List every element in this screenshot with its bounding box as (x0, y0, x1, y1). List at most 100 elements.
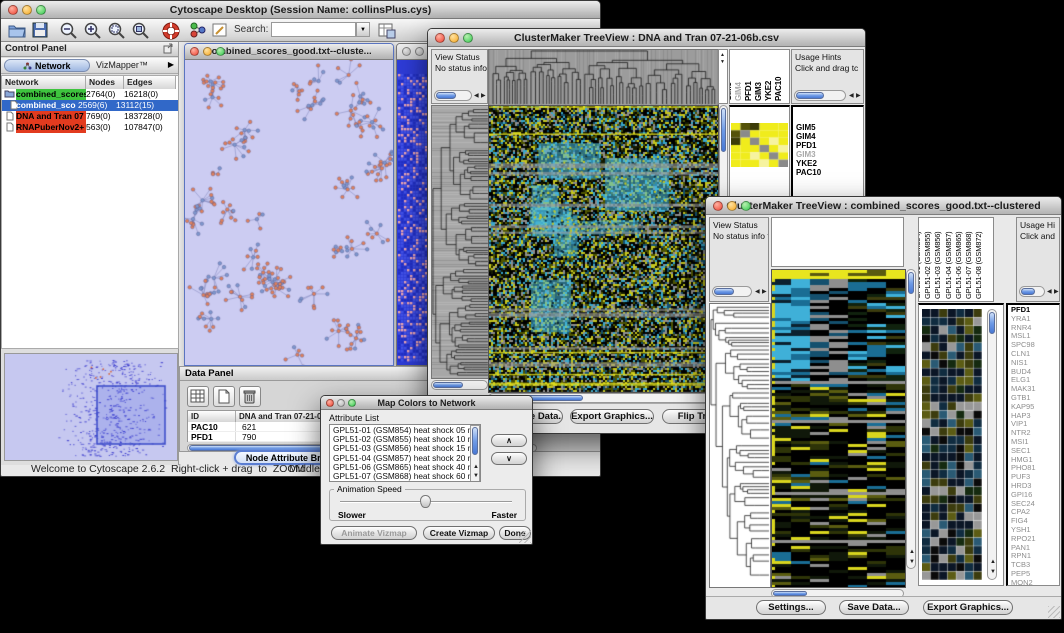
gene-label[interactable]: ELG1 (1011, 376, 1059, 385)
gene-label[interactable]: RNR4 (1011, 324, 1059, 333)
network-overview-canvas[interactable] (4, 353, 178, 461)
zoom-selected-icon[interactable] (107, 21, 129, 41)
gene-label[interactable]: SEC1 (1011, 447, 1059, 456)
close-icon[interactable] (190, 47, 199, 56)
column-label[interactable]: GIM4 (734, 82, 743, 101)
zoom-in-icon[interactable] (83, 21, 105, 41)
treeview1-titlebar[interactable]: ClusterMaker TreeView : DNA and Tran 07-… (428, 29, 865, 47)
network-nodes-icon[interactable] (189, 21, 211, 41)
minimize-icon[interactable] (449, 33, 459, 43)
gene-label[interactable]: GIM5 (796, 123, 863, 132)
tab-overflow-icon[interactable]: ▶ (168, 60, 174, 69)
gene-label[interactable]: YRA1 (1011, 315, 1059, 324)
save-data-button[interactable]: Save Data... (839, 600, 909, 615)
column-label[interactable]: GPL51-06 (GSM865) (954, 232, 963, 299)
header-scroll-strip[interactable]: ▲▼ (718, 49, 728, 104)
row-dendrogram-hscrollbar[interactable] (431, 380, 488, 390)
zoom-fit-icon[interactable] (131, 21, 153, 41)
zoom-window-icon[interactable] (463, 33, 473, 43)
resize-grip[interactable] (1048, 606, 1060, 618)
resize-grip[interactable] (519, 531, 531, 543)
treeview2-heatmap-vscrollbar[interactable]: ▲▼ (906, 269, 916, 569)
gene-label[interactable]: RPN1 (1011, 552, 1059, 561)
network-name[interactable]: RNAPuberNov2+ (16, 122, 86, 133)
dialog-titlebar[interactable]: Map Colors to Network (321, 396, 532, 410)
column-label[interactable]: GIM5 (729, 82, 733, 101)
gene-label[interactable]: GIM3 (796, 150, 863, 159)
annotation-icon[interactable] (211, 21, 233, 41)
export-graphics-button[interactable]: Export Graphics... (570, 409, 654, 424)
gene-label[interactable]: PUF3 (1011, 473, 1059, 482)
gene-label[interactable]: RPO21 (1011, 535, 1059, 544)
open-folder-icon[interactable] (7, 21, 29, 41)
minimize-icon[interactable] (727, 201, 737, 211)
gene-label[interactable]: PAN1 (1011, 544, 1059, 553)
animate-vizmap-button[interactable]: Animate Vizmap (331, 526, 417, 540)
gene-label[interactable]: MSI1 (1011, 438, 1059, 447)
minimize-icon[interactable] (203, 47, 212, 56)
zoom-window-icon[interactable] (741, 201, 751, 211)
network-tree-row[interactable]: RNAPuberNov2+563(0)107847(0) (2, 122, 178, 133)
minimize-icon[interactable] (22, 5, 32, 15)
float-panel-icon[interactable] (163, 43, 174, 57)
zoom-heatmap-vscrollbar[interactable]: ▲▼ (987, 309, 997, 580)
gene-label[interactable]: PFD1 (796, 141, 863, 150)
gene-label[interactable]: MON2 (1011, 579, 1059, 586)
treeview1-zoom-matrix-canvas[interactable] (731, 123, 788, 167)
attribute-list-item[interactable]: GPL51-07 (GSM868) heat shock 60 min (330, 472, 480, 481)
export-graphics-button[interactable]: Export Graphics... (923, 600, 1013, 615)
move-up-button[interactable]: ∧ (491, 434, 527, 447)
network-name[interactable]: combined_scores (16, 89, 86, 100)
close-icon[interactable] (435, 33, 445, 43)
settings-button[interactable]: Settings... (756, 600, 826, 615)
network-tree-row[interactable]: combined_scores2764(0)16218(0) (2, 89, 178, 100)
gene-label[interactable]: MAK31 (1011, 385, 1059, 394)
new-attribute-icon[interactable] (213, 386, 235, 407)
gene-label[interactable]: PHO81 (1011, 464, 1059, 473)
gene-label[interactable]: NIS1 (1011, 359, 1059, 368)
gene-label[interactable]: VIP1 (1011, 420, 1059, 429)
gene-label[interactable]: PEP5 (1011, 570, 1059, 579)
column-label[interactable]: GPL51-04 (GSM857) (944, 232, 953, 299)
gene-label[interactable]: FIG4 (1011, 517, 1059, 526)
zoom-window-icon[interactable] (348, 399, 356, 407)
row-dendrogram-canvas[interactable] (709, 303, 771, 588)
gene-label[interactable]: SPC98 (1011, 341, 1059, 350)
gene-label[interactable]: MSL1 (1011, 332, 1059, 341)
gene-label[interactable]: PAC10 (796, 168, 863, 177)
close-icon[interactable] (402, 47, 411, 56)
search-dropdown-icon[interactable]: ▼ (356, 22, 370, 37)
network-view-titlebar[interactable]: combined_scores_good.txt--cluste... (185, 44, 393, 60)
usage-hints-hscrollbar[interactable] (794, 90, 846, 101)
zoom-window-icon[interactable] (216, 47, 225, 56)
column-label[interactable]: PAC10 (774, 77, 783, 101)
gene-label[interactable]: KAP95 (1011, 403, 1059, 412)
column-label[interactable]: PFD1 (744, 81, 753, 101)
network-canvas[interactable] (185, 60, 393, 366)
gene-label[interactable]: HAP3 (1011, 412, 1059, 421)
usage-hints-hscrollbar[interactable] (1019, 286, 1045, 297)
treeview2-zoom-heatmap-canvas[interactable] (922, 309, 982, 580)
move-down-button[interactable]: ∨ (491, 452, 527, 465)
main-titlebar[interactable]: Cytoscape Desktop (Session Name: collins… (1, 1, 600, 19)
column-label[interactable]: GPL51-01 (GSM854) (918, 232, 922, 299)
close-icon[interactable] (8, 5, 18, 15)
zoom-out-icon[interactable] (59, 21, 81, 41)
network-name[interactable]: DNA and Tran 07 (16, 111, 86, 122)
import-table-icon[interactable] (377, 21, 399, 41)
gene-label[interactable]: GTB1 (1011, 394, 1059, 403)
minimize-icon[interactable] (337, 399, 345, 407)
attribute-list-vscrollbar[interactable]: ▲▼ (470, 425, 480, 482)
attribute-list[interactable]: GPL51-01 (GSM854) heat shock 05 minGPL51… (329, 424, 481, 482)
gene-label[interactable]: BUD4 (1011, 368, 1059, 377)
column-label[interactable]: GPL51-08 (GSM872) (974, 232, 983, 299)
network-tree-row[interactable]: DNA and Tran 07769(0)183728(0) (2, 111, 178, 122)
save-icon[interactable] (31, 21, 53, 41)
search-input[interactable] (271, 22, 356, 37)
column-label[interactable]: YKE2 (764, 81, 773, 101)
treeview2-titlebar[interactable]: ClusterMaker TreeView : combined_scores_… (706, 197, 1061, 215)
gene-label[interactable]: SEC24 (1011, 500, 1059, 509)
column-dendrogram-canvas[interactable] (488, 49, 719, 106)
tab-vizmapper[interactable]: VizMapper™ (96, 60, 148, 70)
network-tree-row[interactable]: combined_sco2569(6)13112(15) (2, 100, 178, 111)
